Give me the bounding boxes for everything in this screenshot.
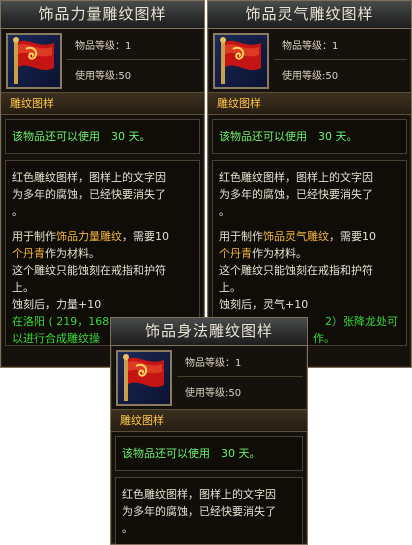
material-suffix: 作为材料。 bbox=[45, 247, 100, 260]
item-category: 雕纹图样 bbox=[111, 409, 307, 432]
effect-line: 蚀刻后，力量+10 bbox=[12, 298, 102, 311]
item-info-row: 物品等级：1 使用等级:50 bbox=[208, 29, 411, 92]
divider bbox=[67, 59, 200, 60]
desc-line: 为多年的腐蚀，已经快要消失了 bbox=[122, 505, 276, 518]
desc-line: 红色雕纹图样，图样上的文字因 bbox=[12, 171, 166, 184]
tooltip-title: 饰品灵气雕纹图样 bbox=[208, 1, 411, 29]
tooltip-panel-strength: 饰品力量雕纹图样 物品等级：1 使用等级:50 雕纹图样 该物品还可以使用 30… bbox=[0, 0, 205, 368]
product-name: 饰品灵气雕纹 bbox=[263, 230, 329, 243]
usage-suffix: ，需要10 bbox=[329, 230, 376, 243]
tooltip-panel-agility: 饰品身法雕纹图样 物品等级：1 使用等级:50 雕纹图样 该物品还可以使用 30… bbox=[110, 317, 308, 545]
tooltip-title: 饰品力量雕纹图样 bbox=[1, 1, 204, 29]
usage-prefix: 用于制作 bbox=[219, 230, 263, 243]
item-description: 红色雕纹图样，图样上的文字因 为多年的腐蚀，已经快要消失了 。 bbox=[115, 477, 303, 544]
desc-line: 。 bbox=[122, 522, 133, 535]
material-line: 个丹青作为材料。 bbox=[219, 245, 400, 262]
usage-line: 用于制作饰品灵气雕纹，需要10 bbox=[219, 228, 400, 245]
desc-line: 为多年的腐蚀，已经快要消失了 bbox=[219, 188, 373, 201]
divider bbox=[274, 59, 407, 60]
item-level-text: 物品等级：1 bbox=[282, 41, 339, 52]
restriction-line: 上。 bbox=[219, 281, 241, 294]
restriction-line: 这个雕纹只能蚀刻在戒指和护符 bbox=[12, 264, 166, 277]
material-name: 个丹青 bbox=[12, 247, 45, 260]
remaining-days-text: 该物品还可以使用 30 天。 bbox=[115, 436, 303, 471]
red-flag-scroll-icon bbox=[123, 354, 164, 401]
usage-line: 用于制作饰品力量雕纹，需要10 bbox=[12, 228, 193, 245]
item-category: 雕纹图样 bbox=[208, 92, 411, 115]
item-info-row: 物品等级：1 使用等级:50 bbox=[1, 29, 204, 92]
item-level-text: 物品等级：1 bbox=[75, 41, 132, 52]
item-level-text: 物品等级：1 bbox=[185, 358, 242, 369]
tooltip-title: 饰品身法雕纹图样 bbox=[111, 318, 307, 346]
use-level-text: 使用等级:50 bbox=[185, 388, 242, 399]
desc-line: 为多年的腐蚀，已经快要消失了 bbox=[12, 188, 166, 201]
desc-line: 红色雕纹图样，图样上的文字因 bbox=[122, 488, 276, 501]
remaining-days-text: 该物品还可以使用 30 天。 bbox=[5, 119, 200, 154]
material-line: 个丹青作为材料。 bbox=[12, 245, 193, 262]
red-flag-scroll-icon bbox=[220, 37, 261, 84]
restriction-line: 这个雕纹只能蚀刻在戒指和护符 bbox=[219, 264, 373, 277]
usage-suffix: ，需要10 bbox=[122, 230, 169, 243]
use-level-text: 使用等级:50 bbox=[282, 71, 339, 82]
desc-line: 。 bbox=[12, 205, 23, 218]
desc-line: 。 bbox=[219, 205, 230, 218]
item-info-row: 物品等级：1 使用等级:50 bbox=[111, 346, 307, 409]
tooltip-panel-spirit: 饰品灵气雕纹图样 物品等级：1 使用等级:50 雕纹图样 该物品还可以使用 30… bbox=[207, 0, 412, 368]
item-category: 雕纹图样 bbox=[1, 92, 204, 115]
restriction-line: 上。 bbox=[12, 281, 34, 294]
use-level-text: 使用等级:50 bbox=[75, 71, 132, 82]
usage-prefix: 用于制作 bbox=[12, 230, 56, 243]
item-icon-slot[interactable] bbox=[116, 350, 172, 406]
red-flag-scroll-icon bbox=[13, 37, 54, 84]
item-icon-slot[interactable] bbox=[213, 33, 269, 89]
divider bbox=[177, 376, 303, 377]
item-icon-slot[interactable] bbox=[6, 33, 62, 89]
desc-line: 红色雕纹图样，图样上的文字因 bbox=[219, 171, 373, 184]
material-name: 个丹青 bbox=[219, 247, 252, 260]
remaining-days-text: 该物品还可以使用 30 天。 bbox=[212, 119, 407, 154]
product-name: 饰品力量雕纹 bbox=[56, 230, 122, 243]
effect-line: 蚀刻后，灵气+10 bbox=[219, 298, 309, 311]
material-suffix: 作为材料。 bbox=[252, 247, 307, 260]
